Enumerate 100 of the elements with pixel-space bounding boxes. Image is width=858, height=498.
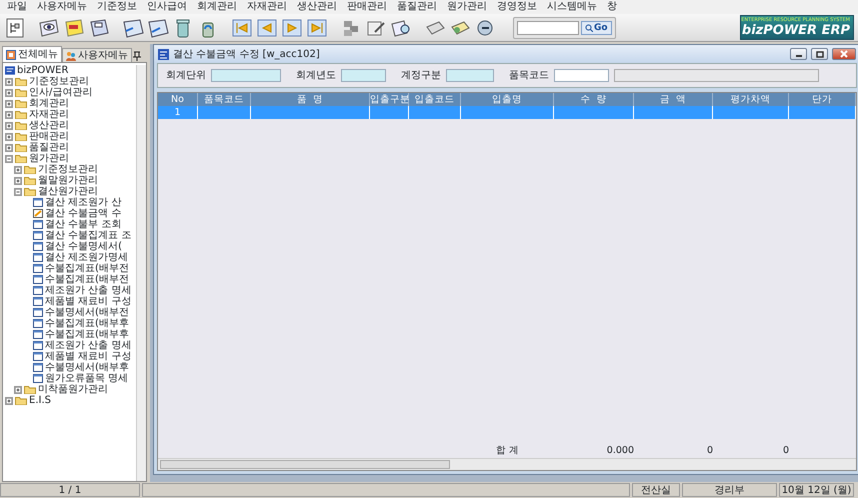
tree-item[interactable]: 생산관리 [29, 120, 69, 131]
tree-item[interactable]: 결산원가관리 [38, 186, 98, 197]
tree-item[interactable]: 수불명세서(배부후 [45, 362, 129, 373]
go-button[interactable]: Go [581, 20, 612, 34]
tree-item[interactable]: 결산 수불집계표 조 [45, 230, 132, 241]
scrollbar[interactable] [136, 65, 146, 481]
scrollbar[interactable] [158, 458, 856, 470]
minimize-button[interactable] [790, 48, 807, 60]
menu-item[interactable]: 판매관리 [342, 0, 392, 14]
column-header[interactable]: 입출명 [461, 93, 554, 106]
pin-icon[interactable] [132, 51, 142, 62]
total-value: 0 [706, 444, 713, 458]
tree-item[interactable]: 제품별 재료비 구성 [45, 296, 132, 307]
form-icon[interactable] [147, 16, 169, 38]
tree-item[interactable]: 회계관리 [29, 98, 69, 109]
column-header[interactable]: 평가차액 [713, 93, 789, 106]
tree-item[interactable]: 결산 수불명세서( [45, 241, 122, 252]
input-field[interactable] [554, 69, 609, 82]
search-field[interactable] [517, 20, 579, 34]
form-icon[interactable] [122, 16, 144, 38]
tree-item[interactable]: 기준정보관리 [29, 76, 89, 87]
menu-item[interactable]: 회계관리 [192, 0, 242, 14]
tree-item[interactable]: 인사/급여관리 [29, 87, 92, 98]
tree-item[interactable]: 수불집계표(배부후 [45, 329, 129, 340]
menu-item[interactable]: 경영정보 [492, 0, 542, 14]
search-icon [585, 24, 593, 32]
menu-item[interactable]: 원가관리 [442, 0, 492, 14]
expand-icon[interactable] [5, 396, 13, 404]
column-header[interactable]: 품목코드 [198, 93, 251, 106]
input-field[interactable] [341, 69, 386, 82]
logo-text: bizPOWER ERP [742, 23, 850, 38]
expand-icon[interactable] [5, 122, 13, 130]
menu-item[interactable]: 기준정보 [92, 0, 142, 14]
expand-icon[interactable] [14, 386, 22, 394]
edit-form-icon [33, 209, 43, 218]
menu-item[interactable]: 인사급여 [142, 0, 192, 14]
column-header[interactable]: 단가 [789, 93, 856, 106]
restore-button[interactable] [811, 48, 828, 60]
status-text: 경리부 [682, 483, 777, 497]
input-field[interactable] [446, 69, 494, 82]
expand-icon[interactable] [5, 100, 13, 108]
menu-item[interactable]: 품질관리 [392, 0, 442, 14]
column-header[interactable]: 수 량 [554, 93, 634, 106]
expand-icon[interactable] [5, 78, 13, 86]
tree-item[interactable]: 결산 수불금액 수 [45, 208, 122, 219]
folder-icon [15, 99, 27, 108]
tree-item[interactable]: 결산 제조원가명세 [45, 252, 128, 263]
expand-icon[interactable] [5, 110, 13, 118]
collapse-icon[interactable] [14, 188, 22, 196]
tree-icon[interactable] [4, 16, 26, 38]
tree-item[interactable]: 수불집계표(배부전 [45, 263, 129, 274]
new-document-icon[interactable] [63, 16, 85, 38]
tree-item[interactable]: 품질관리 [29, 142, 69, 153]
form-icon [33, 264, 43, 273]
tree-item[interactable]: E.I.S [29, 395, 51, 406]
table-cell: 1 [158, 106, 198, 119]
eye-icon[interactable] [38, 16, 60, 38]
expand-icon[interactable] [14, 166, 22, 174]
tree-item[interactable]: 수불명세서(배부전 [45, 307, 129, 318]
expand-icon[interactable] [5, 144, 13, 152]
total-value: 0 [782, 444, 789, 458]
tree-item[interactable]: 결산 제조원가 산 [45, 197, 122, 208]
tree-item[interactable]: 월말원가관리 [38, 175, 98, 186]
tree-item[interactable]: 미착품원가관리 [38, 384, 108, 395]
menu-item[interactable]: 생산관리 [292, 0, 342, 14]
status-text: 1 / 1 [0, 483, 140, 497]
sidebar-tab[interactable]: 전체메뉴 [2, 46, 62, 62]
tree-item[interactable]: 판매관리 [29, 131, 69, 142]
collapse-icon[interactable] [5, 154, 13, 162]
tree-item[interactable]: 수불집계표(배부전 [45, 274, 129, 285]
input-field[interactable] [211, 69, 281, 82]
form-icon [33, 319, 43, 328]
column-header[interactable]: 입출구분 [370, 93, 409, 106]
form-icon [33, 286, 43, 295]
sidebar-tab[interactable]: 사용자메뉴 [62, 48, 132, 62]
menu-item[interactable]: 시스템메뉴 [542, 0, 602, 14]
tree-item[interactable]: 수불집계표(배부후 [45, 318, 129, 329]
tree-item[interactable]: 결산 수불부 조회 [45, 219, 122, 230]
tree-item[interactable]: 기준정보관리 [38, 164, 98, 175]
tree-item[interactable]: bizPOWER [17, 65, 68, 76]
menu-item[interactable]: 자재관리 [242, 0, 292, 14]
menu-item[interactable]: 파일 [2, 0, 32, 14]
menu-item[interactable]: 사용자메뉴 [32, 0, 92, 14]
column-header[interactable]: 금 액 [634, 93, 713, 106]
column-header[interactable]: No [158, 93, 198, 106]
expand-icon[interactable] [5, 132, 13, 140]
tree-item[interactable]: 제조원가 산출 명세 [45, 285, 132, 296]
close-button[interactable] [832, 48, 856, 60]
tree-item[interactable]: 제조원가 산출 명세 [45, 340, 132, 351]
tree-item[interactable]: 제품별 재료비 구성 [45, 351, 132, 362]
column-header[interactable]: 품 명 [251, 93, 370, 106]
folder-icon [15, 396, 27, 405]
column-header[interactable]: 입출코드 [409, 93, 461, 106]
expand-icon[interactable] [5, 88, 13, 96]
tree-item[interactable]: 자재관리 [29, 109, 69, 120]
expand-icon[interactable] [14, 176, 22, 184]
folder-icon [24, 385, 36, 394]
tree-item[interactable]: 원가오류품목 명세 [45, 373, 128, 384]
tree-item[interactable]: 원가관리 [29, 153, 69, 164]
menu-item[interactable]: 창 [602, 0, 622, 14]
